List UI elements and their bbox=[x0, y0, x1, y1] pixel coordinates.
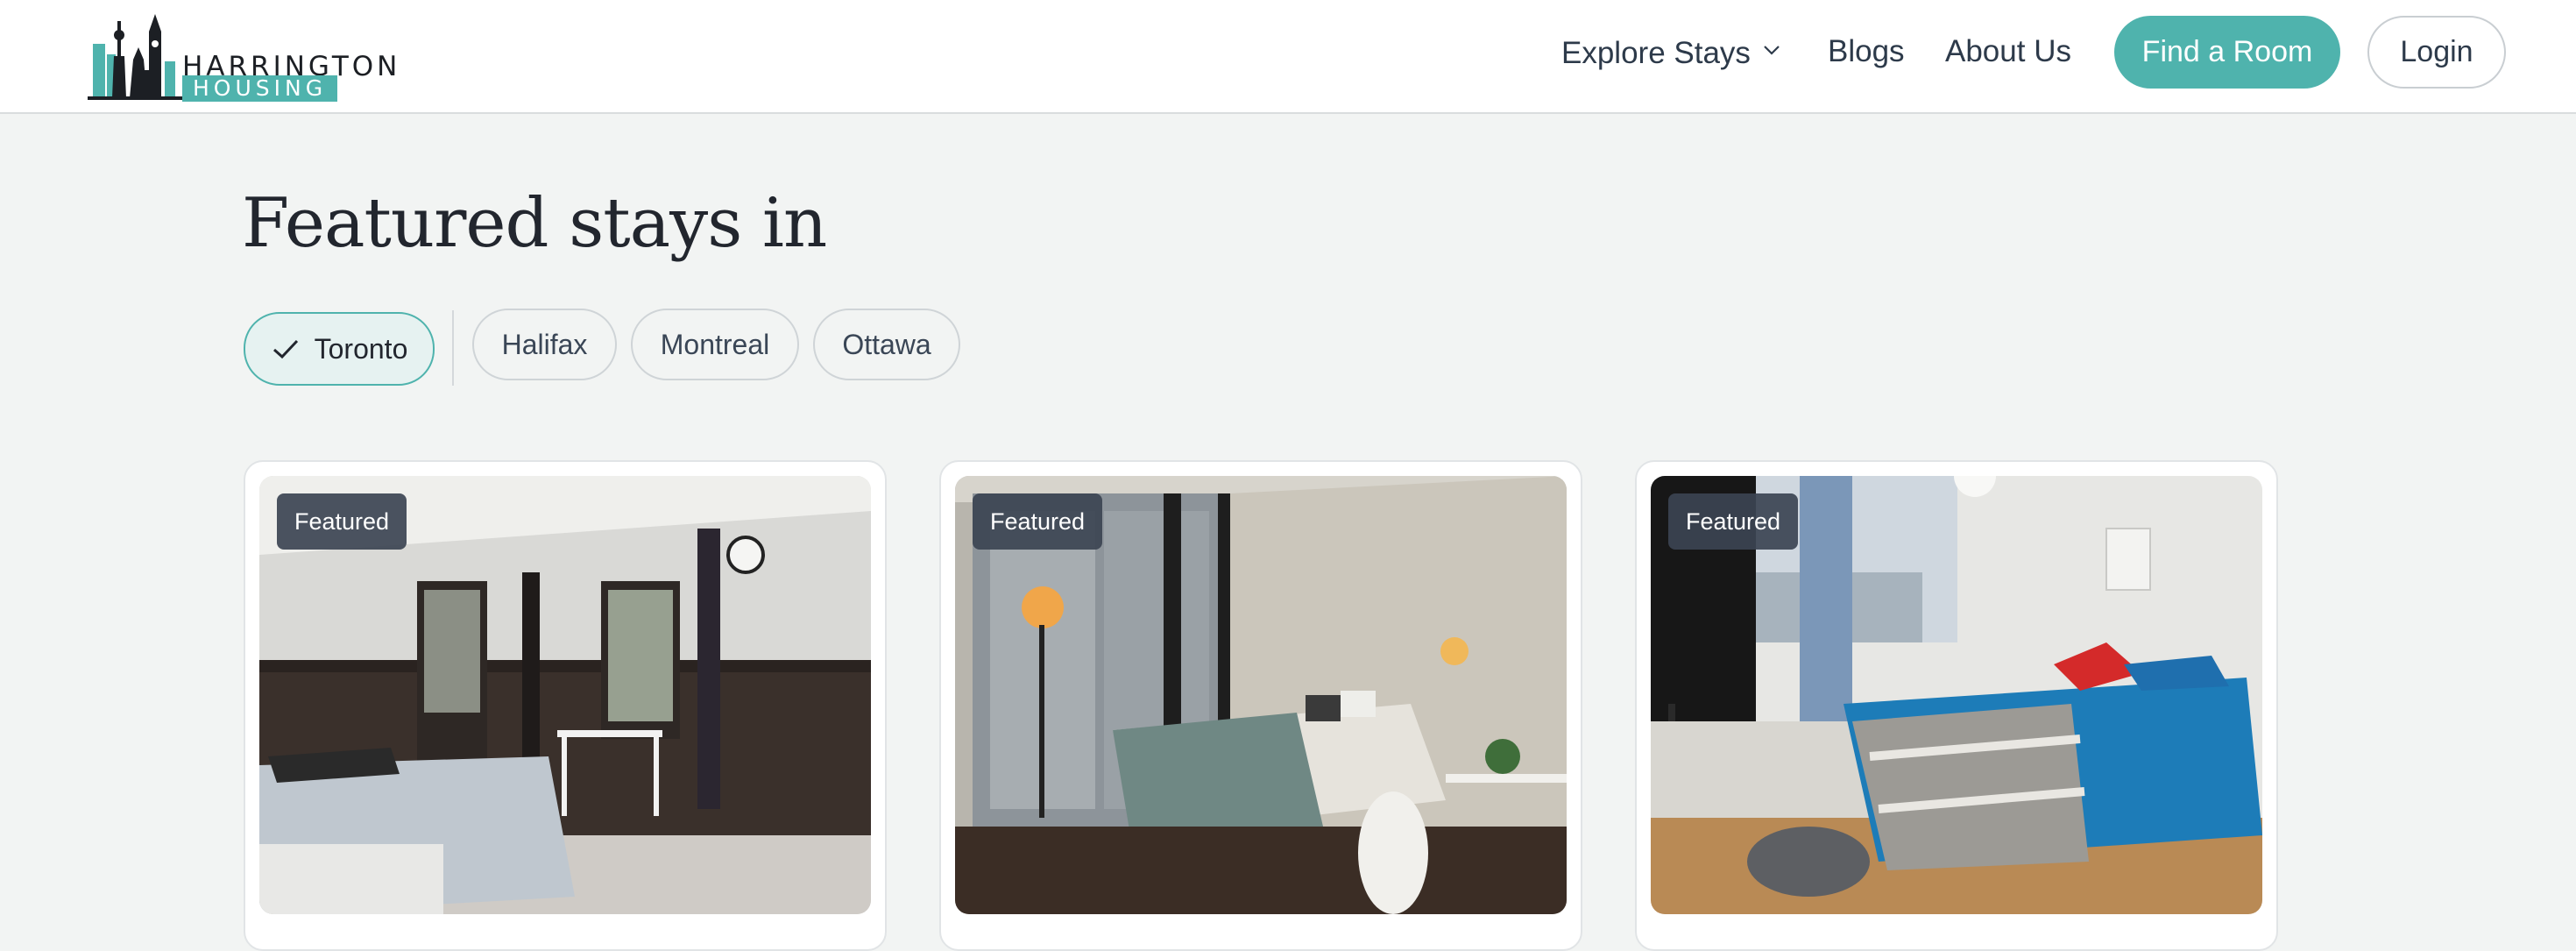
nav-about-us[interactable]: About Us bbox=[1945, 30, 2071, 74]
nav-blogs[interactable]: Blogs bbox=[1828, 30, 1905, 74]
city-chip-montreal[interactable]: Montreal bbox=[631, 309, 799, 380]
featured-badge: Featured bbox=[973, 493, 1103, 550]
featured-badge: Featured bbox=[1668, 493, 1799, 550]
section-title: Featured stays in bbox=[242, 184, 827, 263]
check-icon bbox=[272, 339, 298, 359]
city-chip-ottawa[interactable]: Ottawa bbox=[813, 309, 960, 380]
city-chip-toronto[interactable]: Toronto bbox=[244, 312, 435, 386]
chip-divider bbox=[452, 310, 454, 386]
brand-logo[interactable]: HARRINGTON HOUSING bbox=[88, 9, 403, 102]
city-chip-label: Toronto bbox=[314, 332, 408, 365]
nav-explore-stays[interactable]: Explore Stays bbox=[1561, 32, 1780, 75]
find-room-button[interactable]: Find a Room bbox=[2114, 16, 2340, 89]
city-chip-label: Ottawa bbox=[842, 328, 931, 360]
skyline-logo-icon bbox=[88, 14, 182, 100]
chevron-down-icon bbox=[1764, 46, 1780, 55]
city-chip-halifax[interactable]: Halifax bbox=[472, 309, 617, 380]
listing-card[interactable]: Featured bbox=[939, 460, 1582, 951]
listing-card[interactable]: Featured bbox=[1635, 460, 2278, 951]
city-chip-label: Montreal bbox=[660, 328, 770, 360]
site-header: HARRINGTON HOUSING Explore Stays Blogs A… bbox=[0, 0, 2576, 114]
city-chip-label: Halifax bbox=[501, 328, 588, 360]
listing-card[interactable]: Featured bbox=[244, 460, 887, 951]
login-button[interactable]: Login bbox=[2367, 16, 2506, 89]
nav-explore-label: Explore Stays bbox=[1561, 36, 1751, 70]
featured-badge: Featured bbox=[277, 493, 407, 550]
brand-subname: HOUSING bbox=[182, 75, 338, 102]
